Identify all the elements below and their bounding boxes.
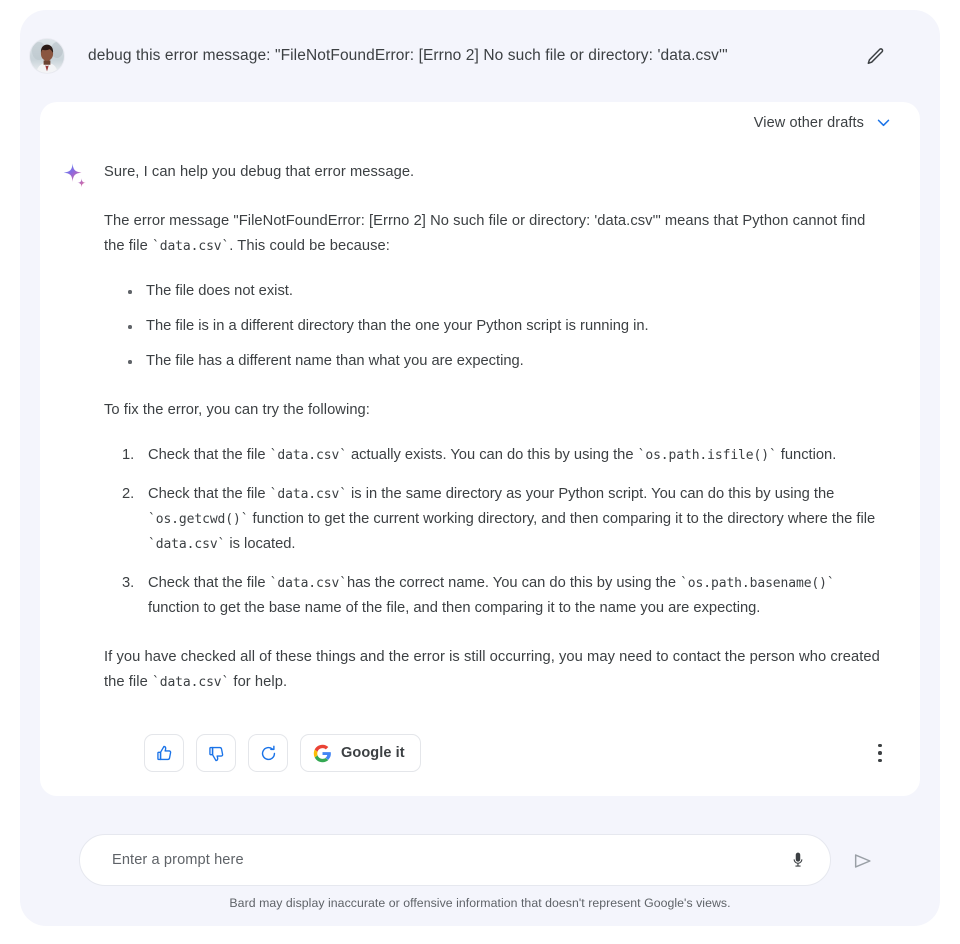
inline-code-datacsv: `data.csv` [269,448,347,463]
more-options-button[interactable] [866,738,894,768]
step2-a: Check that the file [148,486,270,502]
bard-sparkle-icon [62,162,88,188]
more-options-icon [878,758,882,763]
step1-a: Check that the file [148,447,270,463]
thumb-down-icon [208,746,223,761]
response-body: Sure, I can help you debug that error me… [40,150,920,695]
list-item: The file has a different name than what … [126,349,884,374]
inline-code-isfile: `os.path.isfile()` [637,448,777,463]
thumbs-down-button[interactable] [196,734,236,772]
step3-d: function to get the base name of the fil… [148,600,761,616]
fix-intro: To fix the error, you can try the follow… [104,402,370,418]
step3-a: Check that the file [148,575,270,591]
list-item: The file does not exist. [126,279,884,304]
prompt-input-bar[interactable] [79,834,831,886]
inline-code-datacsv: `data.csv` [151,239,230,254]
steps-list: Check that the file `data.csv` actually … [104,443,884,621]
list-item: Check that the file `data.csv` actually … [122,443,884,468]
step2-e: is located. [225,536,296,552]
inline-code-datacsv: `data.csv` [269,576,347,591]
inline-code-basename: `os.path.basename()` [680,576,835,591]
response-card: View other drafts Sure, I can help you d… [40,102,920,796]
causes-list: The file does not exist. The file is in … [104,279,884,374]
edit-icon [867,47,883,64]
more-options-icon [878,743,882,748]
response-actions: Google it [144,734,421,772]
send-icon [854,854,871,868]
explanation-post: . This could be because: [229,238,390,254]
google-it-button[interactable]: Google it [300,734,421,772]
inline-code-datacsv: `data.csv` [269,487,347,502]
step1-b: actually exists. You can do this by usin… [346,447,638,463]
step2-b: is in the same directory as your Python … [346,486,835,502]
closing-post: for help. [229,674,288,690]
prompt-input[interactable] [110,851,784,869]
chevron-down-icon [877,119,890,127]
response-explanation: The error message "FileNotFoundError: [E… [104,209,884,259]
more-options-icon [878,751,882,755]
user-prompt-text: debug this error message: "FileNotFoundE… [88,47,728,64]
step1-d: function. [776,447,837,463]
google-it-label: Google it [341,745,405,761]
step3-b: has the correct name. You can do this by… [346,575,681,591]
response-intro: Sure, I can help you debug that error me… [104,164,415,180]
refresh-icon [261,745,275,760]
user-prompt-row: debug this error message: "FileNotFoundE… [30,26,890,86]
send-button[interactable] [848,846,878,876]
thumbs-up-button[interactable] [144,734,184,772]
view-other-drafts-label: View other drafts [753,114,864,131]
inline-code-datacsv: `data.csv` [148,537,226,552]
view-other-drafts-button[interactable]: View other drafts [754,114,892,131]
user-avatar [30,39,64,73]
inline-code-datacsv: `data.csv` [151,675,230,690]
google-g-icon [313,744,331,762]
regenerate-button[interactable] [248,734,288,772]
response-content: Sure, I can help you debug that error me… [104,150,894,695]
microphone-button[interactable] [784,846,812,874]
edit-prompt-button[interactable] [860,41,890,71]
response-closing: If you have checked all of these things … [104,645,884,695]
list-item: The file is in a different directory tha… [126,314,884,339]
inline-code-getcwd: `os.getcwd()` [148,512,249,527]
list-item: Check that the file `data.csv`has the co… [122,571,884,621]
disclaimer-text: Bard may display inaccurate or offensive… [229,896,731,910]
list-item: Check that the file `data.csv` is in the… [122,482,884,557]
bard-conversation-screen: debug this error message: "FileNotFoundE… [0,0,960,944]
step2-d: function to get the current working dire… [248,511,876,527]
microphone-icon [793,852,803,867]
thumb-up-icon [156,745,171,760]
